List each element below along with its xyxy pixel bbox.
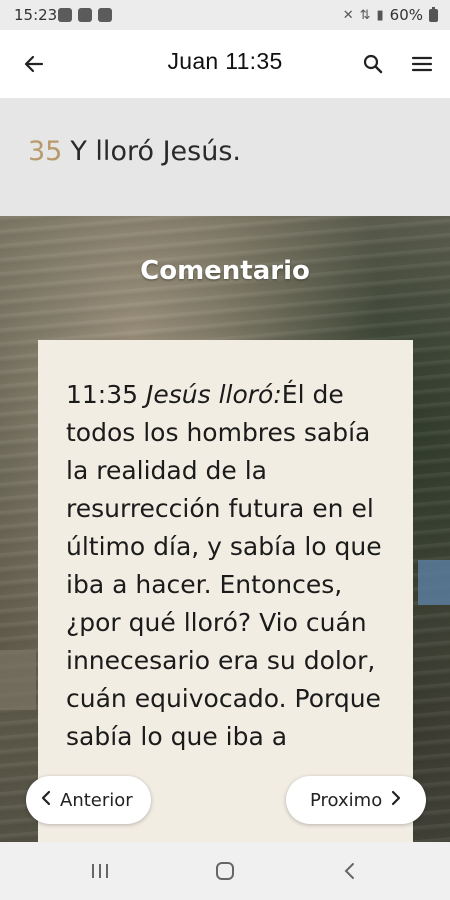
next-button[interactable]: Proximo: [286, 776, 426, 824]
verse-number: 35: [28, 136, 63, 167]
chevron-right-icon: [388, 790, 402, 811]
commentary-heading: Comentario: [140, 256, 310, 286]
back-icon[interactable]: [330, 856, 370, 886]
previous-label: Anterior: [60, 789, 133, 811]
whatsapp-icon: [58, 8, 72, 22]
recents-icon[interactable]: [80, 856, 120, 886]
chevron-left-icon: [40, 790, 54, 811]
commentary-body: Él de todos los hombres sabía la realida…: [66, 380, 382, 751]
system-icons: ✕ ⇅ ▮ 60%: [343, 6, 438, 24]
verse-line: 35 Y lloró Jesús.: [28, 136, 241, 167]
home-icon[interactable]: [205, 856, 245, 886]
notification-icons: [58, 8, 112, 22]
status-bar: 15:23 ✕ ⇅ ▮ 60%: [0, 0, 450, 30]
next-label: Proximo: [310, 789, 383, 811]
commentary-text: 11:35 Jesús lloró:Él de todos los hombre…: [66, 376, 396, 756]
previous-button[interactable]: Anterior: [26, 776, 151, 824]
app-bar: Juan 11:35: [0, 30, 450, 98]
gallery-icon: [78, 8, 92, 22]
signal-icon: ▮: [376, 7, 384, 23]
battery-percent: 60%: [389, 6, 423, 24]
mute-icon: ✕: [342, 7, 354, 23]
data-icon: ⇅: [359, 7, 371, 23]
menu-icon[interactable]: [406, 48, 438, 80]
search-icon[interactable]: [357, 48, 389, 80]
verse-text: Y lloró Jesús.: [70, 136, 241, 167]
battery-icon: [429, 6, 438, 22]
status-time: 15:23: [14, 6, 58, 24]
dome-shape: [418, 560, 450, 605]
commentary-card: 11:35 Jesús lloró:Él de todos los hombre…: [38, 340, 413, 842]
system-nav-bar: [0, 842, 450, 900]
verse-section: 35 Y lloró Jesús.: [0, 98, 450, 216]
commentary-emphasis: Jesús lloró:: [146, 380, 282, 409]
gmail-icon: [98, 8, 112, 22]
building-shape: [0, 650, 36, 710]
commentary-ref: 11:35: [66, 380, 139, 409]
